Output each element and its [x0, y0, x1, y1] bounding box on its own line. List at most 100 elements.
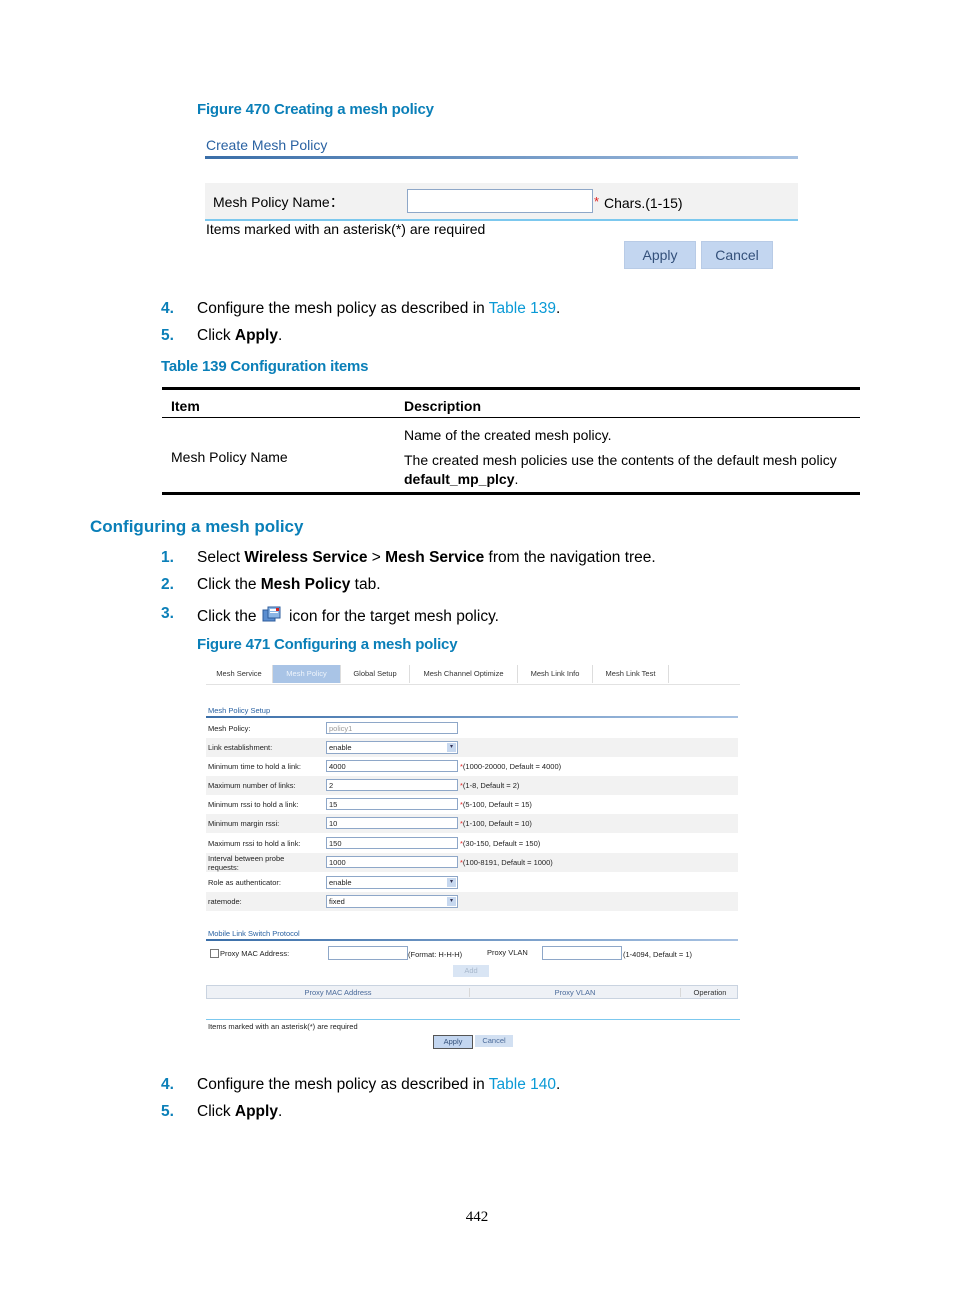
- table-139-caption: Table 139 Configuration items: [161, 358, 369, 375]
- tab-mesh-service[interactable]: Mesh Service: [206, 665, 273, 683]
- panel-title: Create Mesh Policy: [206, 137, 328, 153]
- step-text-end: .: [556, 300, 561, 317]
- proxy-table-header: Proxy MAC Address Proxy VLAN Operation: [206, 985, 738, 999]
- row-probe-interval: Interval between probe requests: 1000 *(…: [206, 853, 738, 872]
- step-number: 4.: [161, 300, 174, 317]
- field-label: Maximum number of links:: [208, 781, 296, 790]
- select-value: enable: [329, 743, 352, 752]
- mesh-policy-name-label: Mesh Policy Name：: [213, 194, 344, 210]
- row-max-rssi: Maximum rssi to hold a link: 150 *(30-15…: [206, 834, 738, 853]
- step-text: Click the: [197, 608, 261, 625]
- cancel-button[interactable]: Cancel: [475, 1035, 513, 1047]
- mesh-policy-name-row: Mesh Policy Name： * Chars.(1-15): [205, 183, 798, 221]
- step-number: 4.: [161, 1076, 174, 1093]
- row-link-establishment: Link establishment: enable ▾: [206, 738, 738, 757]
- step-text-end: .: [277, 1103, 283, 1120]
- footer-divider: [206, 1019, 740, 1020]
- proxy-vlan-input[interactable]: [542, 946, 622, 960]
- step-text: Click the: [197, 576, 261, 593]
- step-separator: >: [367, 549, 386, 566]
- step-text: Select: [197, 549, 245, 566]
- row-max-links: Maximum number of links: 2 *(1-8, Defaul…: [206, 776, 738, 795]
- header-rule: [162, 417, 860, 418]
- row-min-time: Minimum time to hold a link: 4000 *(1000…: [206, 757, 738, 776]
- tab-global-setup[interactable]: Global Setup: [341, 665, 410, 683]
- proxy-mac-input[interactable]: [328, 946, 408, 960]
- row-ratemode: ratemode: fixed ▾: [206, 892, 738, 911]
- header-proxy-mac: Proxy MAC Address: [207, 988, 470, 997]
- max-rssi-input[interactable]: 150: [326, 837, 458, 849]
- mesh-policy-setup-panel: Mesh Service Mesh Policy Global Setup Me…: [206, 665, 740, 1055]
- step-bold: Wireless Service: [244, 549, 368, 566]
- add-button[interactable]: Add: [453, 965, 489, 977]
- step-text-end: icon for the target mesh policy.: [284, 608, 499, 625]
- field-hint: (1000-20000, Default = 4000): [462, 762, 562, 771]
- title-divider: [205, 156, 798, 159]
- table-139: Item Description Mesh Policy Name Name o…: [162, 387, 860, 497]
- min-rssi-input[interactable]: 15: [326, 798, 458, 810]
- apply-button[interactable]: Apply: [433, 1035, 473, 1049]
- step-number: 2.: [161, 576, 174, 593]
- mlsp-divider: [206, 939, 738, 941]
- setup-title: Mesh Policy Setup: [208, 706, 271, 715]
- proxy-mac-checkbox[interactable]: [210, 949, 219, 958]
- step-text: Click: [197, 1103, 235, 1120]
- proxy-mac-label: Proxy MAC Address:: [220, 949, 290, 958]
- field-hint: (30-150, Default = 150): [462, 839, 541, 848]
- mlsp-title: Mobile Link Switch Protocol: [208, 929, 300, 938]
- link-establishment-select[interactable]: enable ▾: [326, 741, 458, 754]
- field-label: Minimum rssi to hold a link:: [208, 800, 299, 809]
- field-hint: (100-8191, Default = 1000): [462, 858, 553, 867]
- header-proxy-vlan: Proxy VLAN: [470, 988, 681, 997]
- step-bold: Apply: [234, 327, 278, 344]
- table-top-rule: [162, 387, 860, 390]
- select-value: fixed: [329, 897, 345, 906]
- tab-bar: Mesh Service Mesh Policy Global Setup Me…: [206, 665, 740, 685]
- tab-mesh-policy[interactable]: Mesh Policy: [273, 665, 341, 683]
- row-item: Mesh Policy Name: [171, 449, 288, 465]
- header-item: Item: [171, 398, 200, 414]
- ratemode-select[interactable]: fixed ▾: [326, 895, 458, 908]
- setup-divider: [206, 716, 738, 718]
- tab-mesh-link-test[interactable]: Mesh Link Test: [593, 665, 669, 683]
- row-min-margin-rssi: Minimum margin rssi: 10 *(1-100, Default…: [206, 814, 738, 833]
- mesh-policy-name-hint: Chars.(1-15): [604, 195, 683, 211]
- min-margin-rssi-input[interactable]: 10: [326, 817, 458, 829]
- field-label: Link establishment:: [208, 743, 273, 752]
- field-label: Mesh Policy:: [208, 724, 251, 733]
- edit-policy-icon: [261, 605, 285, 623]
- tab-mesh-link-info[interactable]: Mesh Link Info: [518, 665, 593, 683]
- probe-interval-input[interactable]: 1000: [326, 856, 458, 868]
- figure-470-caption: Figure 470 Creating a mesh policy: [197, 101, 434, 118]
- field-label: Interval between probe requests:: [208, 854, 285, 872]
- create-mesh-policy-panel: Create Mesh Policy Mesh Policy Name： * C…: [205, 135, 798, 270]
- chevron-down-icon: ▾: [447, 897, 456, 906]
- section-heading: Configuring a mesh policy: [90, 517, 304, 536]
- max-links-input[interactable]: 2: [326, 779, 458, 791]
- row-mesh-policy: Mesh Policy: policy1: [206, 719, 738, 738]
- table-140-link[interactable]: Table 140: [489, 1076, 556, 1093]
- chevron-down-icon: ▾: [447, 743, 456, 752]
- step-number: 1.: [161, 549, 174, 566]
- mesh-policy-name-input[interactable]: [407, 189, 593, 213]
- step-number: 5.: [161, 327, 174, 344]
- tab-mesh-channel-optimize[interactable]: Mesh Channel Optimize: [410, 665, 518, 683]
- step-text: Configure the mesh policy as described i…: [197, 1076, 489, 1093]
- step-text: Configure the mesh policy as described i…: [197, 300, 489, 317]
- table-139-link[interactable]: Table 139: [489, 300, 556, 317]
- row-desc-1: Name of the created mesh policy.: [404, 427, 612, 443]
- step-number: 5.: [161, 1103, 174, 1120]
- cancel-button[interactable]: Cancel: [701, 241, 773, 269]
- default-policy-name: default_mp_plcy: [404, 471, 515, 487]
- mesh-policy-input: policy1: [326, 722, 458, 734]
- step-bold: Apply: [234, 1103, 278, 1120]
- field-label: ratemode:: [208, 897, 242, 906]
- step-number: 3.: [161, 605, 174, 622]
- apply-button[interactable]: Apply: [624, 241, 696, 269]
- min-time-input[interactable]: 4000: [326, 760, 458, 772]
- role-authenticator-select[interactable]: enable ▾: [326, 876, 458, 889]
- row-desc-end: .: [514, 471, 519, 487]
- step-text-end: .: [556, 1076, 561, 1093]
- field-hint: (5-100, Default = 15): [462, 800, 532, 809]
- field-hint: (1-8, Default = 2): [462, 781, 520, 790]
